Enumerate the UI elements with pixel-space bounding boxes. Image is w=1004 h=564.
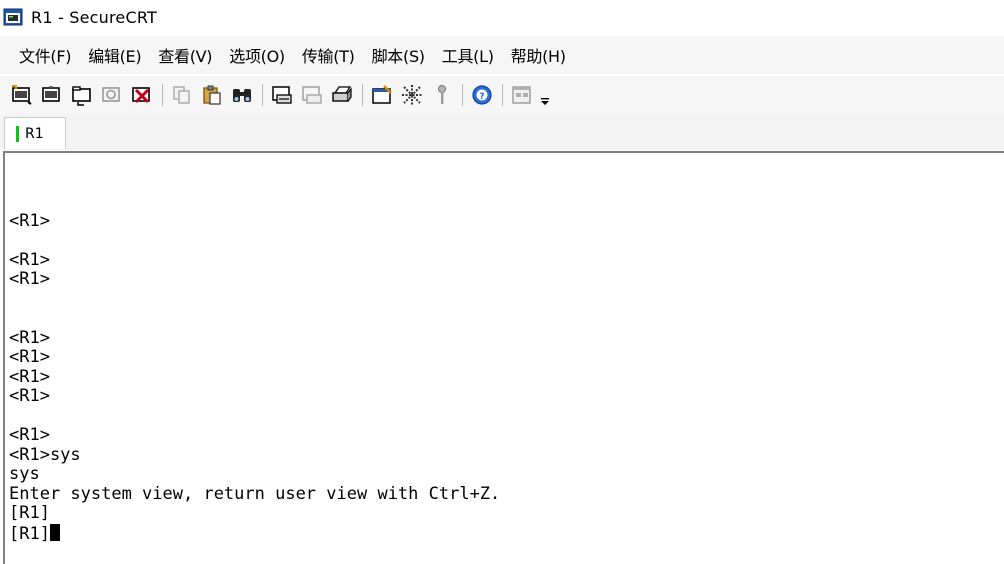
global-options-button[interactable]: [399, 82, 425, 108]
reconnect-button[interactable]: [99, 82, 125, 108]
menu-file[interactable]: 文件(F): [19, 43, 72, 67]
terminal-window[interactable]: <R1> <R1> <R1> <R1> <R1> <R1> <R1> <R1> <R1>sys s…: [3, 151, 1004, 564]
menu-view[interactable]: 查看(V): [158, 43, 212, 67]
tab-label: R1: [25, 125, 44, 142]
print-button[interactable]: [329, 82, 355, 108]
menu-options[interactable]: 选项(O): [229, 43, 285, 67]
title-bar: R1 - SecureCRT: [0, 0, 1004, 34]
toolbar-dropdown-button[interactable]: [539, 82, 551, 108]
toolbar-separator: [262, 84, 263, 106]
copy-button[interactable]: [169, 82, 195, 108]
svg-text:?: ?: [479, 92, 484, 102]
session-tab-bar: R1: [0, 114, 1004, 150]
toolbar-separator: [462, 84, 463, 106]
print-icon: [332, 86, 352, 102]
keymap-icon: [438, 85, 446, 104]
terminal-line: [R1]: [9, 523, 500, 543]
connect-button[interactable]: [9, 82, 35, 108]
find-button[interactable]: [229, 82, 255, 108]
terminal-line: sys: [9, 464, 40, 484]
menu-bar: 文件(F) 编辑(E) 查看(V) 选项(O) 传输(T) 脚本(S) 工具(L…: [0, 36, 1004, 74]
connect-in-tab-button[interactable]: [69, 82, 95, 108]
tile-icon: [512, 86, 531, 104]
menu-help[interactable]: 帮助(H): [511, 43, 566, 67]
toolbar-separator: [162, 84, 163, 106]
copy-icon: [173, 86, 190, 104]
tile-windows-button[interactable]: [509, 82, 535, 108]
terminal-line: Enter system view, return user view with…: [9, 483, 501, 504]
menu-tools[interactable]: 工具(L): [442, 43, 494, 67]
tab-r1[interactable]: R1: [4, 117, 66, 149]
keymap-button[interactable]: [429, 82, 455, 108]
terminal-line: <R1>: [9, 269, 50, 289]
session-options-icon: [372, 85, 392, 104]
find-icon: [233, 89, 251, 102]
window-title: R1 - SecureCRT: [31, 7, 157, 27]
toolbar-separator: [502, 84, 503, 106]
terminal-line: <R1>: [9, 327, 50, 348]
terminal-line: <R1>: [9, 347, 50, 367]
terminal-cursor: [49, 523, 60, 541]
menu-transfer[interactable]: 传输(T): [302, 43, 355, 67]
terminal-line: <R1>: [9, 249, 50, 270]
disconnect-button[interactable]: [129, 82, 155, 108]
toolbar-dropdown-icon: [541, 98, 549, 105]
terminal-line: <R1>sys: [9, 444, 81, 465]
connect-tab-icon: [72, 86, 91, 106]
paste-button[interactable]: [199, 82, 225, 108]
terminal-line: <R1>: [9, 366, 50, 387]
terminal-line: <R1>: [9, 386, 50, 406]
toolbar: ?: [0, 76, 1004, 114]
connect-icon: [12, 85, 32, 105]
reconnect-icon: [102, 87, 120, 102]
terminal-line: [R1]: [9, 503, 50, 523]
menu-edit[interactable]: 编辑(E): [88, 43, 141, 67]
help-button[interactable]: ?: [469, 82, 495, 108]
print-setup-button[interactable]: [269, 82, 295, 108]
terminal-line: <R1>: [9, 425, 50, 445]
quick-connect-icon: [42, 86, 60, 102]
print-selection-icon: [302, 86, 322, 104]
paste-icon: [203, 85, 221, 105]
print-setup-icon: [272, 86, 292, 104]
session-status-indicator: [16, 125, 19, 142]
help-icon: ?: [472, 85, 492, 105]
menu-script[interactable]: 脚本(S): [372, 43, 425, 67]
global-options-icon: [402, 85, 422, 105]
disconnect-icon: [132, 87, 150, 104]
securecrt-app-icon: [3, 8, 23, 26]
session-options-button[interactable]: [369, 82, 395, 108]
terminal-output: <R1> <R1> <R1> <R1> <R1> <R1> <R1> <R1> <R1>sys s…: [9, 192, 500, 543]
terminal-line: <R1>: [9, 210, 50, 231]
toolbar-separator: [362, 84, 363, 106]
print-selection-button[interactable]: [299, 82, 325, 108]
quick-connect-button[interactable]: [39, 82, 65, 108]
